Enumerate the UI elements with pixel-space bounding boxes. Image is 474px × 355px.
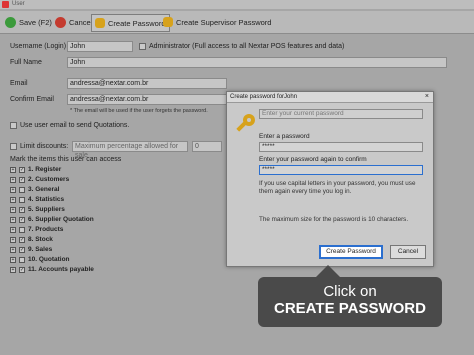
limit-percentage-field[interactable]: Maximum percentage allowed for sale [72,141,188,159]
create-supervisor-label: Create Supervisor Password [176,17,272,27]
limit-discounts-checkbox[interactable] [10,143,17,150]
save-label: Save (F2) [19,17,52,27]
callout-line1: Click on [323,283,377,300]
cancel-button[interactable]: Cancel [52,14,95,30]
expand-icon[interactable]: + [10,176,16,183]
expand-icon[interactable]: + [10,256,16,263]
tree-item-label: 3. General [28,186,60,193]
checkbox-checked[interactable]: ✓ [19,266,25,273]
save-icon [5,16,16,28]
tree-item-label: 1. Register [28,166,62,173]
key-icon [236,114,255,132]
fullname-label: Full Name [10,59,42,66]
expand-icon[interactable]: + [10,166,16,173]
checkbox-checked[interactable]: ✓ [19,236,25,243]
administrator-checkbox[interactable] [139,43,146,50]
username-field[interactable]: John [67,41,133,52]
confirm-email-label: Confirm Email [10,96,54,103]
checkbox-checked[interactable]: ✓ [19,166,25,173]
email-note: * The email will be used if the user for… [70,108,208,114]
save-button[interactable]: Save (F2) [2,14,55,30]
key-icon [95,18,105,28]
fullname-field[interactable]: John [67,57,447,68]
window-title: User [12,1,25,7]
tree-item[interactable]: +10. Quotation [10,255,70,264]
cancel-label: Cancel [69,17,93,27]
tree-item[interactable]: + ✓ 2. Customers [10,175,69,184]
email-field[interactable]: andressa@nextar.com.br [67,78,227,89]
callout-pointer [316,265,340,277]
password-field[interactable]: ***** [259,142,423,152]
dialog-title: Create password forJohn [230,94,298,100]
title-bar: User [0,0,474,9]
create-password-dialog: Create password forJohn × Enter your cur… [226,91,434,267]
capital-letters-note: If you use capital letters in your passw… [259,180,416,195]
username-label: Username (Login) [10,43,67,50]
enter-password-label: Enter a password [259,133,310,140]
confirm-password-label: Enter your password again to confirm [259,156,367,163]
checkbox-checked[interactable]: ✓ [19,176,25,183]
tree-item[interactable]: +7. Products [10,225,63,234]
max-size-note: The maximum size for the password is 10 … [259,216,409,223]
tree-item[interactable]: +3. General [10,185,59,194]
create-password-button[interactable]: Create Password [91,14,170,32]
tree-item-label: 2. Customers [28,176,70,183]
tree-item[interactable]: + ✓ 11. Accounts payable [10,265,94,274]
tree-item-label: 7. Products [28,226,64,233]
tree-item-label: 4. Statistics [28,196,65,203]
expand-icon[interactable]: + [10,206,16,213]
use-email-checkbox[interactable] [10,122,17,129]
checkbox[interactable] [19,186,25,193]
mark-items-label: Mark the items this user can access [10,156,122,163]
key-icon [163,17,173,27]
checkbox[interactable] [19,226,25,233]
create-supervisor-password-button[interactable]: Create Supervisor Password [160,14,274,30]
limit-value-field[interactable]: 0 [192,141,222,152]
checkbox-checked[interactable]: ✓ [19,206,25,213]
administrator-label: Administrator (Full access to all Nextar… [149,43,345,50]
use-email-label: Use user email to send Quotations. [20,122,130,129]
tree-item[interactable]: +4. Statistics [10,195,64,204]
tree-item[interactable]: + ✓ 8. Stock [10,235,53,244]
instruction-callout: Click on CREATE PASSWORD [258,265,442,327]
expand-icon[interactable]: + [10,186,16,193]
confirm-password-field[interactable]: ***** [259,165,423,175]
confirm-email-field[interactable]: andressa@nextar.com.br [67,94,227,105]
create-password-button[interactable]: Create Password [319,245,383,259]
callout-line2: CREATE PASSWORD [274,300,426,317]
checkbox-checked[interactable]: ✓ [19,246,25,253]
tree-item-label: 11. Accounts payable [28,266,94,273]
tree-item[interactable]: + ✓ 1. Register [10,165,61,174]
email-label: Email [10,80,28,87]
app-icon [2,1,9,8]
tree-item[interactable]: + ✓ 6. Supplier Quotation [10,215,94,224]
create-password-label: Create Password [108,18,166,28]
limit-discounts-label: Limit discounts: [20,143,69,150]
cancel-icon [55,16,66,28]
current-password-field[interactable]: Enter your current password [259,109,423,119]
tree-item-label: 5. Suppliers [28,206,65,213]
expand-icon[interactable]: + [10,216,16,223]
tree-item-label: 6. Supplier Quotation [28,216,94,223]
tree-item-label: 9. Sales [28,246,53,253]
close-icon[interactable]: × [425,93,429,100]
checkbox[interactable] [19,196,25,203]
checkbox-checked[interactable]: ✓ [19,216,25,223]
expand-icon[interactable]: + [10,226,16,233]
toolbar: Save (F2) Cancel Create Password Create … [0,11,474,34]
expand-icon[interactable]: + [10,246,16,253]
expand-icon[interactable]: + [10,196,16,203]
tree-item-label: 10. Quotation [28,256,70,263]
tree-item[interactable]: + ✓ 9. Sales [10,245,52,254]
expand-icon[interactable]: + [10,266,16,273]
cancel-button[interactable]: Cancel [390,245,426,259]
tree-item[interactable]: + ✓ 5. Suppliers [10,205,65,214]
dialog-title-bar: Create password forJohn × [227,92,433,103]
expand-icon[interactable]: + [10,236,16,243]
checkbox[interactable] [19,256,25,263]
tree-item-label: 8. Stock [28,236,53,243]
